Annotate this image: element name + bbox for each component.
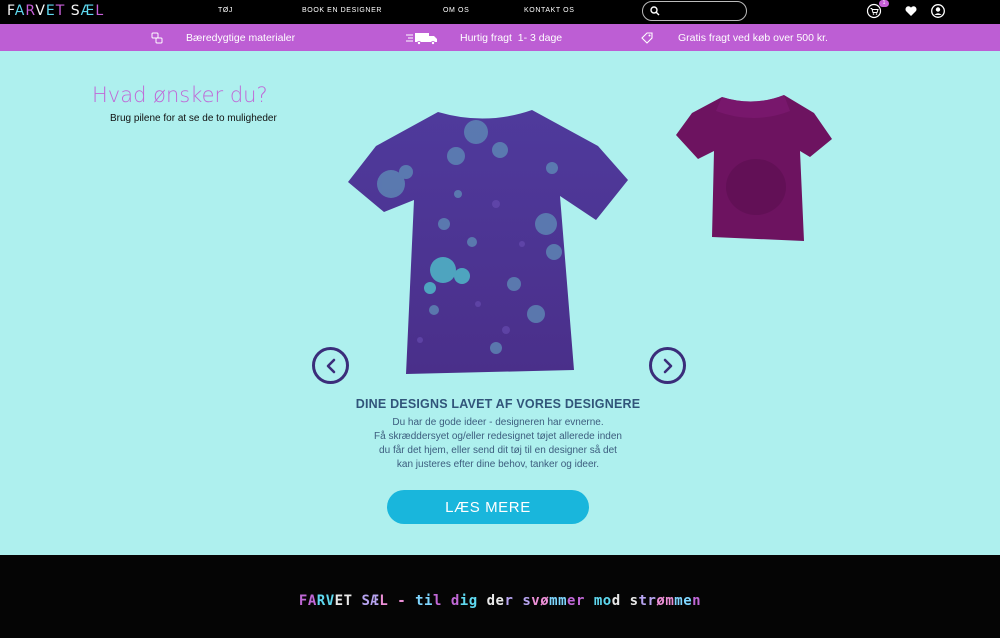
- footer: FARVET SÆL - til dig der svømmer mod str…: [0, 555, 1000, 638]
- feature-shipping: Hurtig fragt 1- 3 dage: [406, 24, 562, 51]
- carousel-prev-button[interactable]: [312, 347, 349, 384]
- truck-icon: [406, 32, 437, 45]
- carousel-next-button[interactable]: [649, 347, 686, 384]
- feature-free-shipping: Gratis fragt ved køb over 500 kr.: [640, 24, 828, 51]
- feature-free-shipping-label: Gratis fragt ved køb over 500 kr.: [678, 31, 828, 44]
- hero-title: Hvad ønsker du?: [92, 83, 268, 107]
- footer-tagline: FARVET SÆL - til dig der svømmer mod str…: [298, 593, 702, 609]
- description-line: kan justeres efter dine behov, tanker og…: [396, 459, 600, 470]
- description-line: Du har de gode ideer - designeren har ev…: [392, 417, 604, 428]
- nav-link-kontakt-os[interactable]: KONTAKT OS: [524, 7, 574, 14]
- recycle-icon: [151, 32, 163, 43]
- chevron-left-icon: [326, 358, 335, 373]
- chevron-right-icon: [663, 358, 672, 373]
- carousel-slide-description: Du har de gode ideer - designeren har ev…: [350, 416, 646, 472]
- nav-link-book-designer[interactable]: BOOK EN DESIGNER: [302, 7, 382, 14]
- tshirt-splatter-image: [348, 110, 628, 374]
- search-input[interactable]: [665, 5, 741, 17]
- heart-icon[interactable]: [903, 3, 919, 19]
- cart-count-badge: 1: [879, 0, 889, 7]
- feature-bar: Bæredygtige materialer Hurtig fragt 1- 3…: [0, 24, 1000, 51]
- tshirt-purple-image: [676, 95, 832, 241]
- feature-shipping-label: Hurtig fragt 1- 3 dage: [460, 31, 563, 44]
- nav-link-toj[interactable]: TØJ: [218, 7, 233, 14]
- description-line: du får det hjem, eller send dit tøj til …: [379, 445, 617, 456]
- user-icon[interactable]: [930, 3, 946, 19]
- nav-link-om-os[interactable]: OM OS: [443, 7, 469, 14]
- search-box[interactable]: [642, 1, 747, 21]
- hero-subtitle: Brug pilene for at se de to muligheder: [110, 113, 277, 124]
- brand-logo[interactable]: FARVET SÆL: [7, 2, 104, 20]
- top-navigation: FARVET SÆL TØJ BOOK EN DESIGNER OM OS KO…: [0, 0, 1000, 24]
- description-line: Få skræddersyet og/eller redesignet tøje…: [374, 431, 622, 442]
- read-more-button[interactable]: LÆS MERE: [387, 490, 589, 524]
- feature-sustainable-label: Bæredygtige materialer: [186, 31, 296, 44]
- tag-icon: [641, 31, 653, 44]
- feature-sustainable: Bæredygtige materialer: [150, 24, 295, 51]
- search-icon: [650, 6, 660, 16]
- carousel-slide-title: DINE DESIGNS LAVET AF VORES DESIGNERE: [355, 397, 641, 411]
